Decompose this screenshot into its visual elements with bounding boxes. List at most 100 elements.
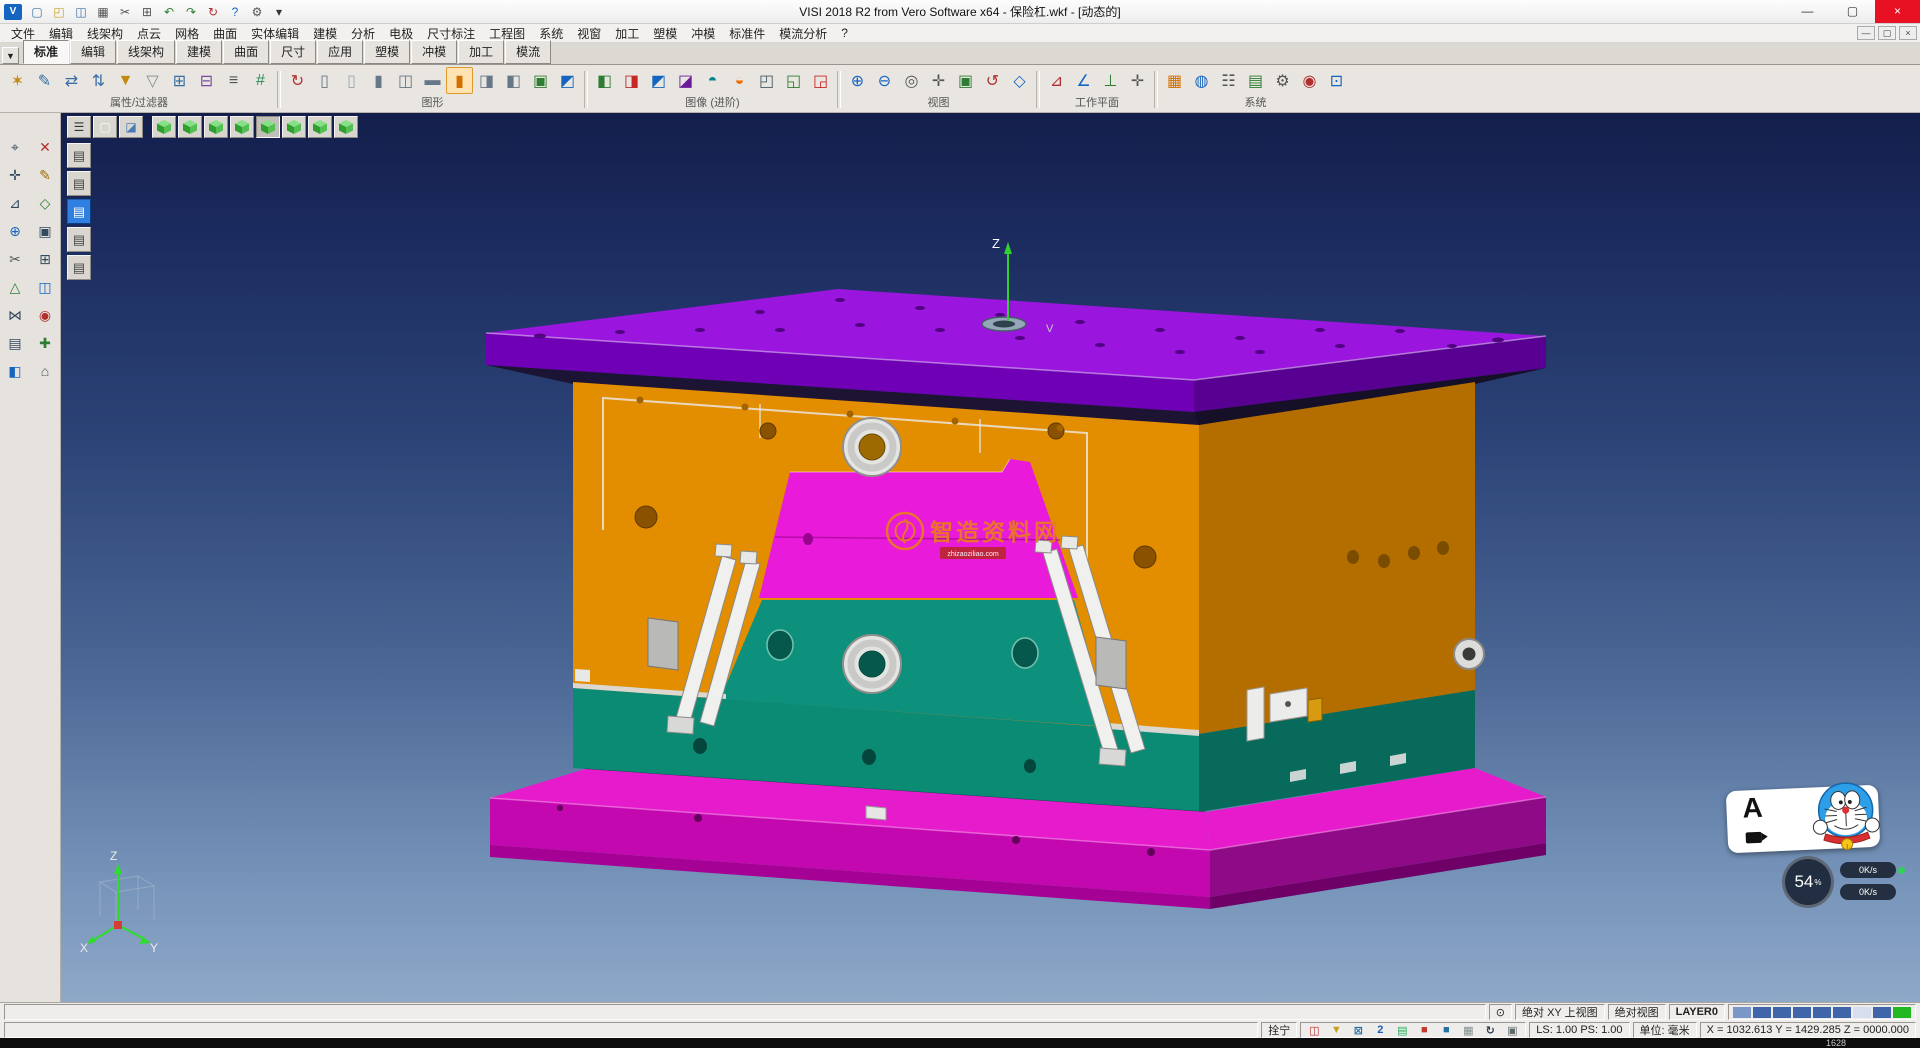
section-view-icon[interactable]: ◧ xyxy=(500,67,527,94)
app-icon[interactable]: V xyxy=(4,4,22,20)
view-menu-button[interactable]: ☰ xyxy=(67,116,91,138)
new-file-icon[interactable]: ▢ xyxy=(26,3,48,21)
units-field[interactable]: 单位: 毫米 xyxy=(1633,1022,1697,1038)
save-status-icon[interactable]: ◫ xyxy=(1304,1024,1324,1037)
project-icon[interactable]: ◫ xyxy=(33,275,57,299)
mdi-minimize-button[interactable]: — xyxy=(1857,26,1875,40)
shade-icon[interactable]: ◧ xyxy=(3,359,27,383)
menu-item[interactable]: ? xyxy=(834,25,855,41)
toolbar-tab[interactable]: 应用 xyxy=(317,40,363,64)
menu-item[interactable]: 冲模 xyxy=(684,24,722,43)
toolbar-tab[interactable]: 尺寸 xyxy=(270,40,316,64)
profile-2-icon[interactable]: 2 xyxy=(1370,1024,1390,1036)
snapshot-icon[interactable]: ◲ xyxy=(807,67,834,94)
active-layer-field[interactable]: LAYER0 xyxy=(1669,1004,1725,1020)
point-icon[interactable]: ◇ xyxy=(33,191,57,215)
workplane-xy-icon[interactable]: ⊿ xyxy=(1043,67,1070,94)
record-icon[interactable]: ◉ xyxy=(1296,67,1323,94)
plane-icon[interactable]: ▣ xyxy=(33,219,57,243)
print-icon[interactable]: ▦ xyxy=(92,3,114,21)
redo-icon[interactable]: ↷ xyxy=(180,3,202,21)
menu-item[interactable]: 标准件 xyxy=(722,24,772,43)
bottom-view-button[interactable] xyxy=(308,116,332,138)
selection-filter-icon[interactable]: ⊟ xyxy=(193,67,220,94)
toolbar-tab[interactable]: 编辑 xyxy=(70,40,116,64)
clip-plane-3-button[interactable]: ▤ xyxy=(67,199,91,224)
redraw-icon[interactable]: ↻ xyxy=(284,67,311,94)
material-icon[interactable]: ◱ xyxy=(780,67,807,94)
network-up-badge[interactable]: 0K/s xyxy=(1840,862,1896,878)
toolbar-tab[interactable]: 线架构 xyxy=(117,40,175,64)
top-view-button[interactable] xyxy=(178,116,202,138)
table-status-icon[interactable]: ▣ xyxy=(1502,1024,1522,1037)
environment-map-icon[interactable]: ◩ xyxy=(645,67,672,94)
front-view-button[interactable] xyxy=(204,116,228,138)
chart-status-icon[interactable]: ▤ xyxy=(1392,1024,1412,1037)
measure-icon[interactable]: ⊿ xyxy=(3,191,27,215)
filter-icon[interactable]: ▼ xyxy=(112,67,139,94)
settings-icon[interactable]: ⚙ xyxy=(246,3,268,21)
lighting-icon[interactable]: ◓ xyxy=(699,67,726,94)
menu-item[interactable]: 加工 xyxy=(608,24,646,43)
previous-view-icon[interactable]: ◇ xyxy=(1006,67,1033,94)
toolbar-tab[interactable]: 建模 xyxy=(176,40,222,64)
layer-color-segment[interactable] xyxy=(1813,1007,1831,1018)
clip-plane-2-button[interactable]: ▤ xyxy=(67,171,91,196)
white-render-button[interactable]: ▢ xyxy=(93,116,117,138)
scale-field[interactable]: LS: 1.00 PS: 1.00 xyxy=(1529,1022,1629,1038)
toolbar-tab[interactable]: 曲面 xyxy=(223,40,269,64)
shadow-icon[interactable]: ◒ xyxy=(726,67,753,94)
left-view-button[interactable] xyxy=(256,116,280,138)
close-button[interactable]: × xyxy=(1875,0,1920,23)
clip-plane-1-button[interactable]: ▤ xyxy=(67,143,91,168)
background-icon[interactable]: ◰ xyxy=(753,67,780,94)
zebra-analysis-icon[interactable]: ◧ xyxy=(591,67,618,94)
layer-manager-icon[interactable]: ⊞ xyxy=(166,67,193,94)
move-icon[interactable]: ✛ xyxy=(3,163,27,187)
zoom-in-icon[interactable]: ⊕ xyxy=(844,67,871,94)
back-view-button[interactable] xyxy=(282,116,306,138)
mdi-close-button[interactable]: × xyxy=(1899,26,1917,40)
undo-icon[interactable]: ↶ xyxy=(158,3,180,21)
absolute-view-field[interactable]: 绝对视图 xyxy=(1608,1004,1666,1020)
shaded-icon[interactable]: ▮ xyxy=(365,67,392,94)
percent-badge[interactable]: 54% xyxy=(1782,856,1834,908)
edit-properties-icon[interactable]: ✎ xyxy=(31,67,58,94)
zoom-extents-icon[interactable]: ▣ xyxy=(952,67,979,94)
layers-icon[interactable]: ▤ xyxy=(3,331,27,355)
snap-status-icon[interactable]: ▼ xyxy=(1326,1024,1346,1036)
pan-icon[interactable]: ✛ xyxy=(925,67,952,94)
target-icon[interactable]: ◉ xyxy=(33,303,57,327)
mail-status-icon[interactable]: ⊠ xyxy=(1348,1024,1368,1037)
screen-recorder-widget[interactable]: A xyxy=(1726,785,1881,854)
toolbar-tab[interactable]: 标准 xyxy=(23,40,69,64)
layer-color-segment[interactable] xyxy=(1733,1007,1751,1018)
draft-analysis-icon[interactable]: ▣ xyxy=(527,67,554,94)
red-flag-icon[interactable]: ■ xyxy=(1414,1024,1434,1036)
hidden-line-icon[interactable]: ▯ xyxy=(338,67,365,94)
sketch-icon[interactable]: ✎ xyxy=(33,163,57,187)
magic-wand-icon[interactable]: ✶ xyxy=(4,67,31,94)
network-down-badge[interactable]: 0K/s xyxy=(1840,884,1896,900)
dynamic-view-button[interactable] xyxy=(334,116,358,138)
menu-item[interactable]: 塑模 xyxy=(646,24,684,43)
mirror-icon[interactable]: ⋈ xyxy=(3,303,27,327)
workplane-normal-icon[interactable]: ⊥ xyxy=(1097,67,1124,94)
tab-dropdown-icon[interactable]: ▼ xyxy=(2,47,19,64)
element-list-icon[interactable]: ≡ xyxy=(220,67,247,94)
trim-icon[interactable]: ✂ xyxy=(3,247,27,271)
texture-icon[interactable]: ◪ xyxy=(672,67,699,94)
cut-icon[interactable]: ✂ xyxy=(114,3,136,21)
grid-status-icon[interactable]: ▦ xyxy=(1458,1024,1478,1037)
dynamic-shading-icon[interactable]: ▮ xyxy=(446,67,473,94)
layer-color-segment[interactable] xyxy=(1873,1007,1891,1018)
layer-color-segment[interactable] xyxy=(1853,1007,1871,1018)
iso-view-button[interactable] xyxy=(152,116,176,138)
layers-panel-icon[interactable]: ▤ xyxy=(1242,67,1269,94)
toolbar-tab[interactable]: 加工 xyxy=(458,40,504,64)
menu-item[interactable]: 模流分析 xyxy=(772,24,834,43)
circle-icon[interactable]: ⊕ xyxy=(3,219,27,243)
menu-item[interactable]: 视窗 xyxy=(570,24,608,43)
attribute-grid-icon[interactable]: # xyxy=(247,67,274,94)
rotate-view-icon[interactable]: ↺ xyxy=(979,67,1006,94)
